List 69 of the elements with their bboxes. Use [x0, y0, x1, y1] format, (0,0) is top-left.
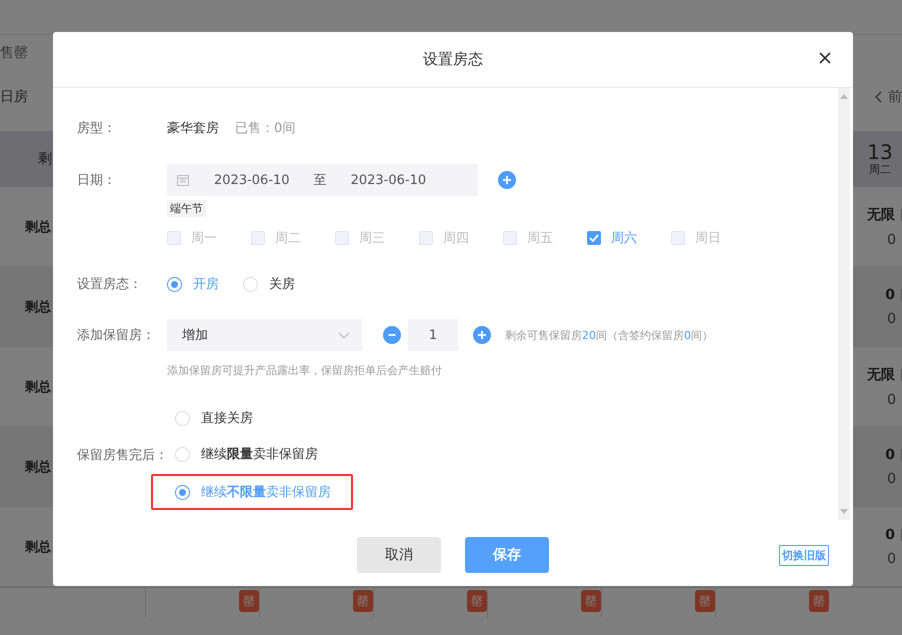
radio-label: 直接关房	[201, 410, 253, 427]
add-date-icon[interactable]	[498, 171, 516, 189]
row-label: 剩总	[25, 538, 51, 556]
reserved-count: 0	[887, 310, 896, 326]
close-icon[interactable]	[819, 52, 831, 64]
reserved-count: 0	[887, 470, 896, 486]
chevron-down-icon	[338, 332, 350, 338]
scroll-down-icon[interactable]	[840, 509, 848, 514]
weekday-label: 周二	[275, 230, 301, 247]
chevron-left-icon	[874, 91, 882, 103]
sold-out-badge: 罄	[467, 590, 487, 612]
sold-out-badge: 罄	[581, 590, 601, 612]
quantity-field[interactable]: 1	[408, 319, 458, 351]
minus-icon[interactable]	[383, 326, 401, 344]
radio-label: 继续不限量卖非保留房	[201, 484, 331, 501]
field-label: 设置房态：	[77, 276, 143, 293]
checkbox[interactable]	[587, 231, 601, 245]
row-label: 剩总	[25, 458, 51, 476]
row-label: 剩总	[25, 378, 51, 396]
dialog-title: 设置房态	[423, 50, 483, 69]
radio-button[interactable]	[175, 484, 190, 500]
row-label: 剩总	[25, 218, 51, 236]
total-count: 0	[885, 446, 895, 462]
calendar-icon	[177, 174, 189, 186]
radio-label: 继续限量卖非保留房	[201, 446, 318, 463]
room-type-value: 豪华套房	[167, 120, 219, 137]
sold-out-badge: 罄	[239, 590, 259, 612]
field-label: 日期：	[77, 172, 117, 189]
radio-label: 关房	[269, 276, 295, 293]
field-label: 房型：	[77, 120, 117, 137]
reserved-count: 0	[887, 392, 896, 408]
scrollbar[interactable]	[838, 88, 850, 520]
switch-version-button[interactable]: 切换旧版	[779, 544, 829, 566]
holiday-tag: 端午节	[167, 200, 206, 217]
reserved-count: 0	[887, 550, 896, 566]
date-range-field[interactable]: 2023-06-10 至 2023-06-10	[167, 164, 478, 196]
weekday-label: 周四	[443, 230, 469, 247]
total-count: 0	[885, 286, 895, 302]
sold-count: 已售：0间	[235, 120, 296, 137]
sold-out-filter[interactable]: 售罄	[0, 44, 28, 62]
cancel-button[interactable]: 取消	[357, 537, 441, 573]
field-label: 保留房售完后：	[77, 447, 169, 464]
weekday-label: 周二	[869, 162, 891, 176]
total-count: 无限	[867, 366, 895, 384]
weekday-label: 周日	[695, 230, 721, 247]
hint-text: 添加保留房可提升产品露出率，保留房拒单后会产生赔付	[167, 363, 443, 378]
reserved-count: 0	[887, 232, 896, 248]
radio-label: 开房	[193, 276, 219, 293]
scroll-up-icon[interactable]	[840, 94, 848, 99]
field-label: 添加保留房：	[77, 327, 156, 344]
sold-out-badge: 罄	[353, 590, 373, 612]
weekday-label: 周一	[191, 230, 217, 247]
weekday-label: 周五	[527, 230, 553, 247]
column-header: 剩	[38, 150, 52, 168]
total-count: 无限	[867, 206, 895, 224]
weekday-label: 周六	[611, 230, 637, 247]
room-type-tab[interactable]: 日房	[0, 88, 28, 106]
row-label: 剩总	[25, 298, 51, 316]
weekday-label: 周三	[359, 230, 385, 247]
total-count: 0	[885, 526, 895, 542]
day-number: 13	[867, 142, 893, 162]
radio-button[interactable]	[167, 276, 182, 292]
remaining-reserve-text: 剩余可售保留房20间（含签约保留房0间）	[505, 328, 713, 342]
save-button[interactable]: 保存	[465, 537, 549, 573]
plus-icon[interactable]	[473, 326, 491, 344]
sold-out-badge: 罄	[695, 590, 715, 612]
sold-out-badge: 罄	[809, 590, 829, 612]
previous-link[interactable]: 前	[888, 88, 902, 106]
action-select[interactable]: 增加	[167, 319, 362, 351]
